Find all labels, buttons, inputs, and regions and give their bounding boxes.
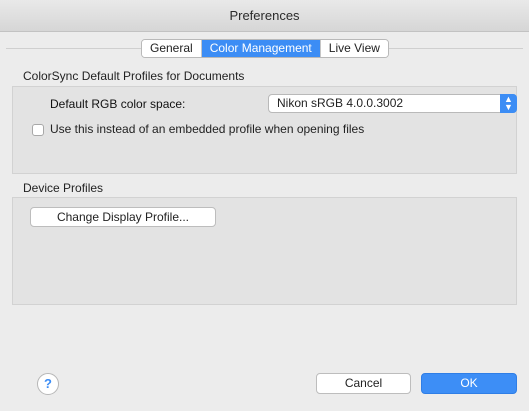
rgb-color-space-popup[interactable]: Nikon sRGB 4.0.0.3002 ▲ ▼ (268, 94, 517, 113)
help-icon[interactable]: ? (37, 373, 59, 395)
use-instead-checkbox-label[interactable]: Use this instead of an embedded profile … (50, 122, 364, 136)
tab-general[interactable]: General (142, 40, 202, 57)
device-profiles-section-title: Device Profiles (23, 181, 104, 195)
tab-bar: General Color Management Live View (141, 39, 389, 58)
window-title: Preferences (229, 8, 300, 23)
colorsync-section-title: ColorSync Default Profiles for Documents (23, 69, 245, 83)
cancel-button[interactable]: Cancel (316, 373, 411, 394)
ok-button[interactable]: OK (421, 373, 517, 394)
use-instead-checkbox[interactable] (32, 124, 44, 136)
change-display-profile-button[interactable]: Change Display Profile... (30, 207, 216, 227)
title-bar[interactable]: Preferences (0, 0, 529, 32)
rgb-color-space-label: Default RGB color space: (50, 97, 186, 111)
popup-stepper-icon: ▲ ▼ (500, 94, 517, 113)
preferences-window: Preferences General Color Management Liv… (0, 0, 529, 411)
tab-live-view[interactable]: Live View (320, 40, 388, 57)
rgb-color-space-value: Nikon sRGB 4.0.0.3002 (277, 96, 404, 110)
tab-color-management[interactable]: Color Management (201, 40, 321, 57)
